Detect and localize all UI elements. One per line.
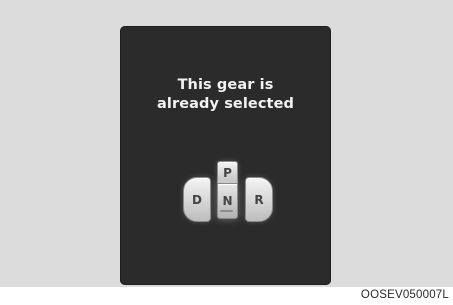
- gear-p-button[interactable]: P: [217, 161, 238, 185]
- gear-r-button[interactable]: R: [245, 177, 273, 222]
- gear-message: This gear is already selected: [120, 76, 331, 114]
- gear-n-selected-indicator: [220, 210, 233, 212]
- figure-frame: This gear is already selected P N D R: [0, 0, 453, 287]
- gear-d-button[interactable]: D: [183, 177, 211, 222]
- message-line-1: This gear is: [177, 77, 274, 93]
- message-line-2: already selected: [156, 96, 294, 112]
- gear-n-button[interactable]: N: [217, 183, 238, 219]
- cluster-display: This gear is already selected P N D R: [120, 26, 331, 285]
- figure-code: OOSEV050007L: [360, 289, 449, 301]
